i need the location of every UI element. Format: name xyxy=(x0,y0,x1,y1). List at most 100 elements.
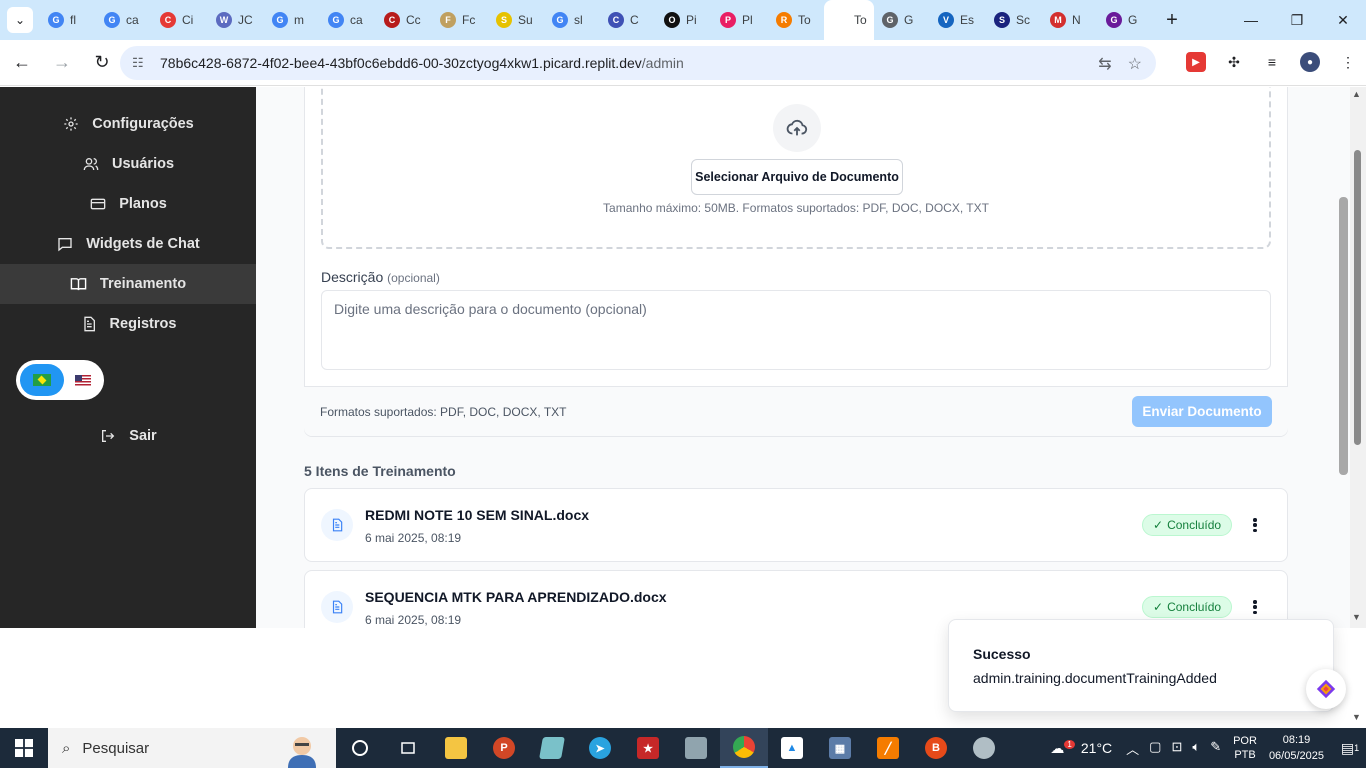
media-control-icon[interactable]: ≡ xyxy=(1262,52,1282,72)
tab-label: Pl xyxy=(742,13,753,27)
sidebar-item-usuarios[interactable]: Usuários xyxy=(0,144,256,184)
logout-button[interactable]: Sair xyxy=(0,416,256,456)
chrome-icon[interactable] xyxy=(720,728,768,768)
powerpoint-icon[interactable]: P xyxy=(480,728,528,768)
file-explorer-icon[interactable] xyxy=(432,728,480,768)
calculator-icon[interactable]: ▦ xyxy=(816,728,864,768)
content-scrollbar-thumb[interactable] xyxy=(1339,197,1348,475)
url-host: 78b6c428-6872-4f02-bee4-43bf0c6ebdd6-00-… xyxy=(160,55,642,71)
maximize-icon[interactable]: ❐ xyxy=(1274,0,1320,40)
scroll-down-icon[interactable]: ▼ xyxy=(1352,712,1361,722)
app-book-icon[interactable] xyxy=(528,728,576,768)
telegram-icon[interactable]: ➤ xyxy=(576,728,624,768)
taskbar-search[interactable]: ⌕ Pesquisar xyxy=(48,728,336,768)
bookmark-star-icon[interactable]: ☆ xyxy=(1128,54,1142,74)
page-scrollbar-thumb[interactable] xyxy=(1354,150,1361,445)
tab-favicon-icon: G xyxy=(552,12,568,28)
meet-icon[interactable]: ▢ xyxy=(1149,739,1161,758)
browser-tab[interactable]: F Fc xyxy=(432,0,488,40)
new-tab-button[interactable]: + xyxy=(1154,9,1190,32)
browser-tab[interactable]: Gm xyxy=(264,0,320,40)
app-triangle-icon[interactable]: ▲ xyxy=(768,728,816,768)
menu-dots-icon[interactable]: ⋮ xyxy=(1338,52,1358,72)
browser-tab[interactable]: MN xyxy=(1042,0,1098,40)
site-info-icon[interactable]: ☷ xyxy=(132,55,150,71)
clock-date: 06/05/2025 xyxy=(1268,750,1324,762)
profile-avatar[interactable]: ● xyxy=(1300,52,1320,72)
forward-icon[interactable]: → xyxy=(44,45,80,81)
optional-label: (opcional) xyxy=(387,271,440,285)
browser-tab[interactable]: S Sc xyxy=(986,0,1042,40)
browser-tab[interactable]: O Pi xyxy=(656,0,712,40)
description-textarea[interactable]: Digite uma descrição para o documento (o… xyxy=(321,290,1271,370)
input-language[interactable]: POR PTB xyxy=(1233,734,1257,762)
network-icon[interactable]: ⊡ xyxy=(1171,739,1182,758)
address-bar[interactable]: ☷ 78b6c428-6872-4f02-bee4-43bf0c6ebdd6-0… xyxy=(120,46,1156,80)
flag-brazil-option[interactable] xyxy=(20,364,64,396)
reload-icon[interactable]: ↻ xyxy=(84,45,120,81)
app-car-icon[interactable] xyxy=(960,728,1008,768)
browser-tab[interactable]: Gsl xyxy=(544,0,600,40)
browser-tab[interactable]: GG xyxy=(1098,0,1154,40)
browser-tab[interactable]: V Es xyxy=(930,0,986,40)
logout-icon xyxy=(99,427,117,445)
app-orange-icon[interactable]: ╱ xyxy=(864,728,912,768)
description-label-text: Descrição xyxy=(321,269,384,285)
browser-tab[interactable]: W JC xyxy=(208,0,264,40)
back-icon[interactable]: ← xyxy=(4,45,40,81)
tab-label: Pi xyxy=(686,13,697,27)
browser-tab[interactable]: Gfl xyxy=(40,0,96,40)
card-icon xyxy=(89,195,107,213)
cloud-icon: ☁ 1 xyxy=(1050,740,1075,757)
sidebar-item-label: Planos xyxy=(119,196,167,212)
notification-icon[interactable]: ▤ 1 xyxy=(1334,740,1366,757)
more-options-icon[interactable] xyxy=(1249,515,1261,535)
browser-tab[interactable]: To✕ xyxy=(824,0,874,40)
pen-icon[interactable]: ✎ xyxy=(1210,739,1221,758)
browser-tab[interactable]: R To xyxy=(768,0,824,40)
language-toggle[interactable] xyxy=(16,360,104,400)
browser-tab[interactable]: CC xyxy=(600,0,656,40)
app-boxes-icon[interactable] xyxy=(672,728,720,768)
puzzle-icon[interactable]: ✣ xyxy=(1224,52,1244,72)
us-flag-icon[interactable] xyxy=(75,374,91,386)
app-star-icon[interactable]: ★ xyxy=(624,728,672,768)
sidebar-item-registros[interactable]: Registros xyxy=(0,304,256,344)
tab-label: ca xyxy=(350,13,363,27)
close-window-icon[interactable]: ✕ xyxy=(1320,0,1366,40)
browser-tab[interactable]: Gca xyxy=(320,0,376,40)
tab-label: Su xyxy=(518,13,533,27)
browser-tab[interactable]: P Pl xyxy=(712,0,768,40)
task-view-circle-icon[interactable] xyxy=(336,728,384,768)
scroll-up-icon[interactable]: ▲ xyxy=(1352,89,1361,99)
sidebar-item-planos[interactable]: Planos xyxy=(0,184,256,224)
more-options-icon[interactable] xyxy=(1249,597,1261,617)
translate-icon[interactable]: ⇆ xyxy=(1098,54,1111,74)
select-document-button[interactable]: Selecionar Arquivo de Documento xyxy=(691,159,903,195)
chevron-up-icon[interactable]: ︿ xyxy=(1126,739,1139,758)
tab-favicon-icon: G xyxy=(48,12,64,28)
browser-tab[interactable]: Gca xyxy=(96,0,152,40)
sidebar-item-widgets[interactable]: Widgets de Chat xyxy=(0,224,256,264)
task-view-icon[interactable] xyxy=(384,728,432,768)
extension-red-icon[interactable]: ▶ xyxy=(1186,52,1206,72)
upload-dropzone[interactable]: Selecionar Arquivo de Documento Tamanho … xyxy=(321,87,1271,249)
floating-widget-icon[interactable] xyxy=(1306,669,1346,709)
tab-search-button[interactable]: ⌄ xyxy=(0,0,40,40)
minimize-icon[interactable]: — xyxy=(1228,0,1274,40)
tab-favicon-icon: P xyxy=(720,12,736,28)
browser-tab[interactable]: S Su xyxy=(488,0,544,40)
volume-icon[interactable]: 🔈︎ xyxy=(1192,739,1200,758)
windows-start-icon[interactable] xyxy=(0,728,48,768)
browser-tab[interactable]: C Cc xyxy=(376,0,432,40)
sidebar-item-configuracoes[interactable]: Configurações xyxy=(0,104,256,144)
sidebar-item-treinamento[interactable]: Treinamento xyxy=(0,264,256,304)
browser-tab[interactable]: C Ci xyxy=(152,0,208,40)
send-document-button[interactable]: Enviar Documento xyxy=(1132,396,1272,427)
clock[interactable]: 08:19 06/05/2025 xyxy=(1269,732,1324,764)
weather-widget[interactable]: ☁ 1 21°C xyxy=(1050,740,1112,757)
browser-tab[interactable]: GG xyxy=(874,0,930,40)
status-text: Concluído xyxy=(1167,600,1222,614)
scroll-down-icon[interactable]: ▼ xyxy=(1352,612,1361,622)
app-b-icon[interactable]: B xyxy=(912,728,960,768)
